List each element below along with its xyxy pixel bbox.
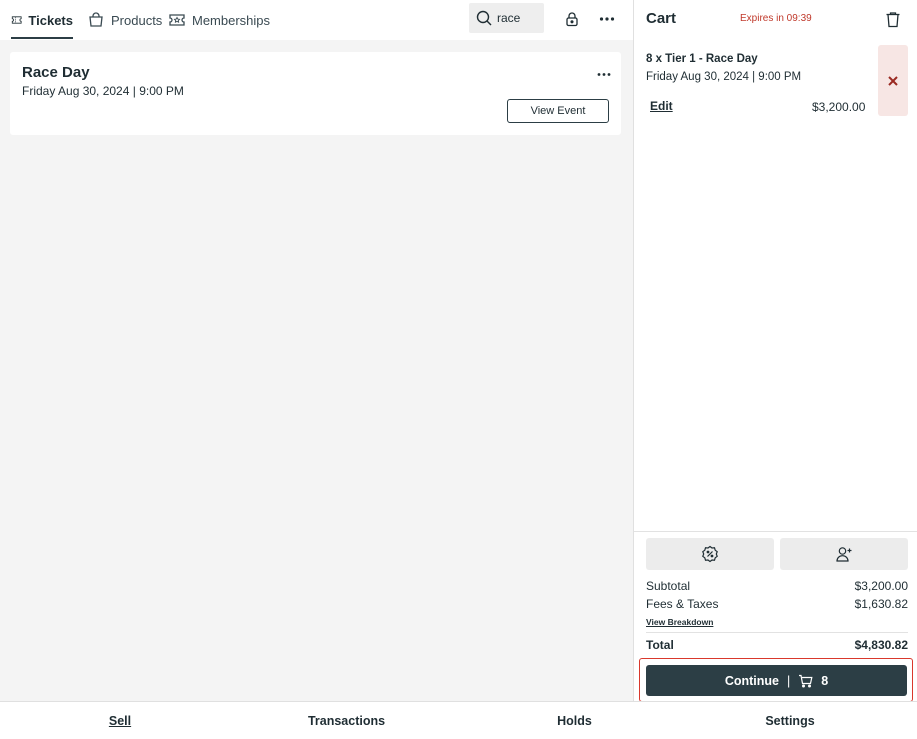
tab-label: Memberships xyxy=(192,12,271,28)
more-horizontal-icon xyxy=(599,17,615,21)
nav-label: Holds xyxy=(557,714,592,728)
tab-products[interactable]: Products xyxy=(87,0,162,40)
bottom-navigation: Sell Transactions Holds Settings xyxy=(0,701,917,739)
total-label: Total xyxy=(646,638,674,652)
remove-item-button[interactable] xyxy=(878,45,908,116)
continue-separator: | xyxy=(786,673,791,688)
cart-item-price: $3,200.00 xyxy=(812,100,866,114)
lock-icon xyxy=(566,12,578,27)
total-value: $4,830.82 xyxy=(854,638,908,652)
cart-title: Cart xyxy=(646,10,677,27)
cart-count: 8 xyxy=(821,673,829,688)
nav-settings[interactable]: Settings xyxy=(696,702,884,739)
view-event-button[interactable]: View Event xyxy=(507,99,609,123)
nav-holds[interactable]: Holds xyxy=(453,702,696,739)
subtotal-label: Subtotal xyxy=(646,579,691,593)
lock-button[interactable] xyxy=(561,8,583,30)
fees-row: Fees & Taxes $1,630.82 xyxy=(646,597,908,611)
nav-label: Transactions xyxy=(307,714,386,728)
cart-item-date: Friday Aug 30, 2024 | 9:00 PM xyxy=(646,71,802,83)
ticket-icon xyxy=(11,16,22,24)
fees-value: $1,630.82 xyxy=(854,597,908,611)
event-more-button[interactable] xyxy=(597,64,611,82)
cart-item-edit-link[interactable]: Edit xyxy=(650,99,673,113)
nav-label: Settings xyxy=(765,714,815,728)
clear-cart-button[interactable] xyxy=(882,8,904,30)
event-title: Race Day xyxy=(22,64,90,81)
close-icon xyxy=(888,75,898,86)
tab-label: Tickets xyxy=(28,12,73,28)
cart-item-title: 8 x Tier 1 - Race Day xyxy=(646,53,758,65)
search-input[interactable] xyxy=(497,11,542,25)
tab-memberships[interactable]: Memberships xyxy=(168,0,270,40)
continue-button[interactable]: Continue | 8 xyxy=(646,665,907,696)
membership-icon xyxy=(169,14,185,26)
tab-label: Products xyxy=(111,12,163,28)
add-customer-button[interactable] xyxy=(780,538,908,570)
cart-expiry: Expires in 09:39 xyxy=(740,13,812,24)
subtotal-row: Subtotal $3,200.00 xyxy=(646,579,908,593)
nav-label: Sell xyxy=(108,714,132,728)
cart-icon xyxy=(799,674,813,688)
more-options-button[interactable] xyxy=(596,8,618,30)
search-icon xyxy=(476,10,492,26)
event-card[interactable]: Race Day Friday Aug 30, 2024 | 9:00 PM V… xyxy=(10,52,621,135)
more-horizontal-icon xyxy=(597,73,611,76)
trash-icon xyxy=(886,11,900,27)
total-row: Total $4,830.82 xyxy=(646,638,908,652)
discount-button[interactable] xyxy=(646,538,774,570)
tab-tickets[interactable]: Tickets xyxy=(11,0,73,40)
nav-transactions[interactable]: Transactions xyxy=(240,702,453,739)
event-date: Friday Aug 30, 2024 | 9:00 PM xyxy=(22,84,184,98)
continue-label: Continue xyxy=(724,673,779,688)
summary-divider xyxy=(634,531,917,532)
nav-sell[interactable]: Sell xyxy=(0,702,240,739)
main-panel: Tickets Products Memberships race Race D… xyxy=(0,0,633,701)
subtotal-value: $3,200.00 xyxy=(854,579,908,593)
add-user-icon xyxy=(836,547,852,562)
total-divider xyxy=(646,632,908,633)
discount-badge-icon xyxy=(702,545,718,563)
fees-label: Fees & Taxes xyxy=(646,597,719,611)
top-toolbar: Tickets Products Memberships xyxy=(0,0,633,40)
cart-panel: Cart Expires in 09:39 8 x Tier 1 - Race … xyxy=(633,0,917,702)
view-breakdown-link[interactable]: View Breakdown xyxy=(646,617,713,627)
search-box[interactable] xyxy=(469,3,544,33)
bag-icon xyxy=(89,12,103,27)
